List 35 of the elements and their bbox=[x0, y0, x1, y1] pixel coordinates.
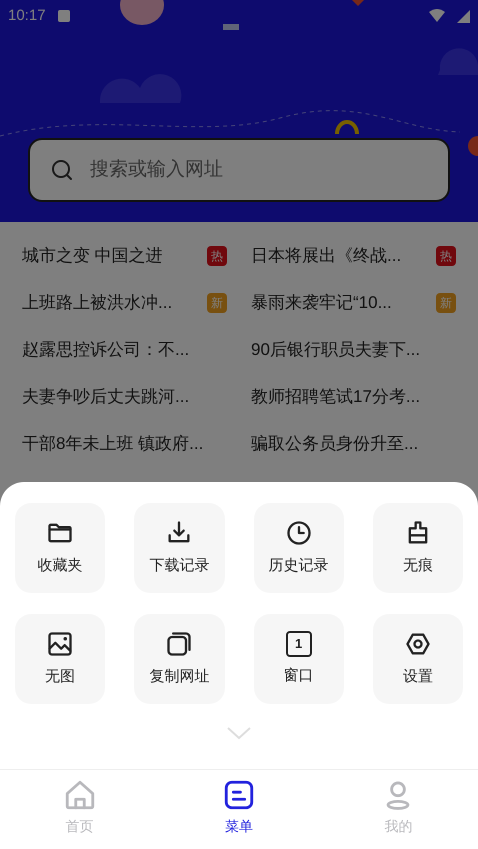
menu-tile[interactable]: 下载记录 bbox=[134, 503, 224, 593]
search-field[interactable]: 搜索或输入网址 bbox=[90, 156, 428, 184]
search-bar[interactable]: 搜索或输入网址 bbox=[28, 138, 450, 202]
news-link[interactable]: 干部8年未上班 镇政府... bbox=[22, 430, 204, 456]
chevron-down-icon[interactable] bbox=[226, 726, 252, 740]
wifi-icon bbox=[429, 9, 445, 23]
menu-tile[interactable]: 无图 bbox=[15, 614, 106, 704]
window-count-icon: 1 bbox=[286, 630, 312, 657]
clock-icon bbox=[284, 518, 313, 547]
news-tag: 热 bbox=[436, 246, 456, 266]
menu-tile[interactable]: 设置 bbox=[372, 614, 463, 704]
news-link[interactable]: 夫妻争吵后丈夫跳河... bbox=[22, 384, 190, 410]
menu-tile[interactable]: 复制网址 bbox=[134, 614, 224, 704]
menu-tile[interactable]: 收藏夹 bbox=[15, 503, 106, 593]
search-icon bbox=[50, 158, 74, 182]
news-link[interactable]: 暴雨来袭牢记“10... bbox=[251, 290, 392, 316]
news-link[interactable]: 日本将展出《终战... bbox=[251, 242, 402, 268]
menu-tile[interactable]: 1 窗口 bbox=[254, 614, 344, 704]
signal-icon bbox=[457, 10, 470, 22]
menu-tile[interactable]: 无痕 bbox=[372, 503, 463, 593]
news-link[interactable]: 90后银行职员夫妻下... bbox=[251, 336, 420, 362]
news-link[interactable]: 上班路上被洪水冲... bbox=[22, 290, 172, 316]
news-link[interactable]: 骗取公务员身份升至... bbox=[251, 430, 418, 456]
news-tag: 新 bbox=[436, 292, 456, 312]
news-tag: 热 bbox=[207, 246, 227, 266]
image-icon bbox=[46, 630, 74, 658]
copy-icon bbox=[165, 630, 194, 658]
notification-icon bbox=[58, 10, 70, 22]
news-link[interactable]: 城市之变 中国之进 bbox=[22, 242, 163, 268]
nav-tab[interactable]: 菜单 bbox=[159, 770, 319, 845]
news-link[interactable]: 赵露思控诉公司：不... bbox=[22, 336, 190, 362]
news-link[interactable]: 教师招聘笔试17分考... bbox=[251, 384, 420, 410]
status-time: 10:17 bbox=[8, 6, 46, 26]
news-tag: 新 bbox=[207, 292, 227, 312]
menu-tile[interactable]: 历史记录 bbox=[254, 503, 344, 593]
